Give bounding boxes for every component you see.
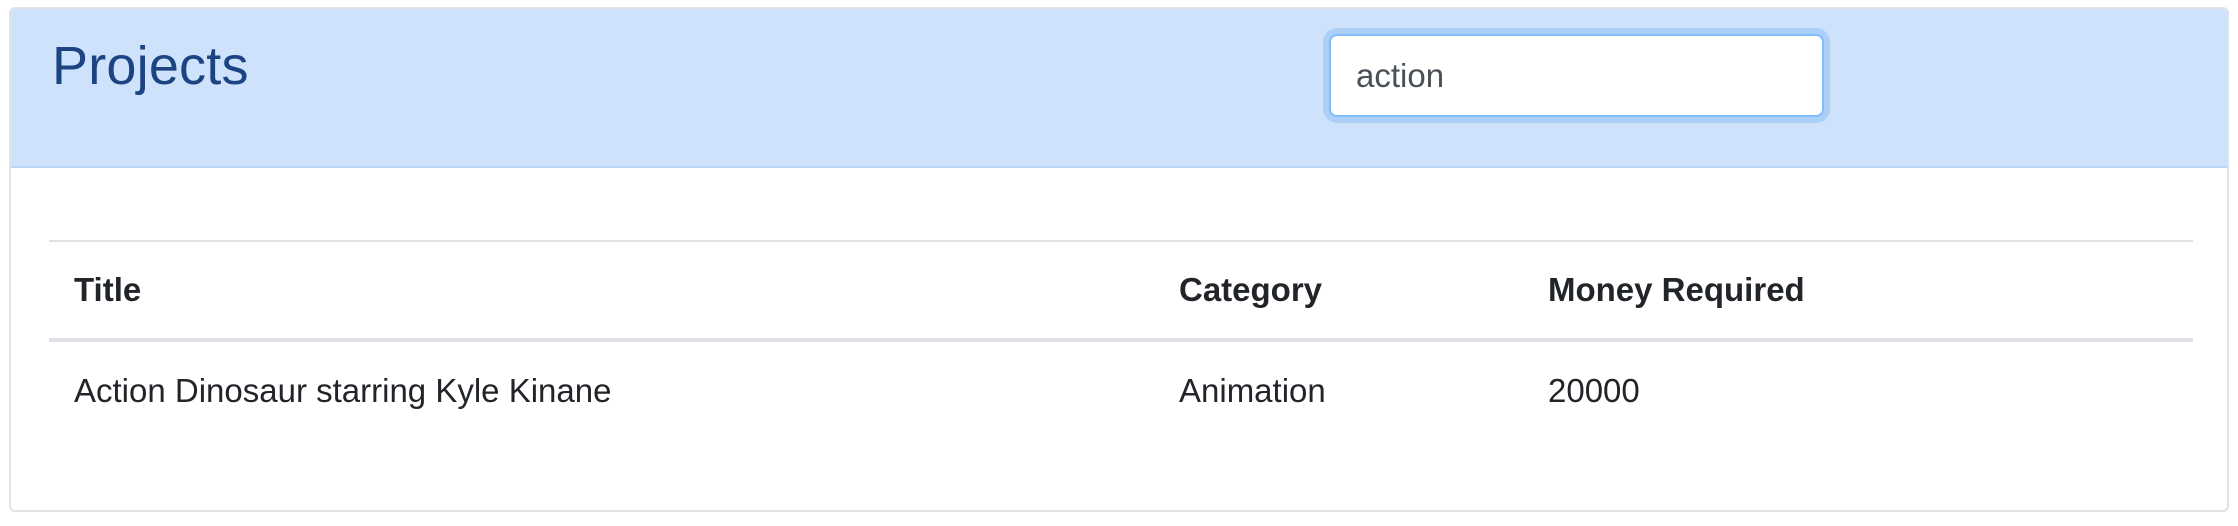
cell-money-required: 20000 <box>1548 371 1640 409</box>
projects-table: Title Category Money Required Action Din… <box>49 240 2193 439</box>
cell-category: Animation <box>1179 371 1326 409</box>
projects-table-container: Title Category Money Required Action Din… <box>49 240 2193 439</box>
page-title: Projects <box>52 36 249 96</box>
search-input[interactable] <box>1329 34 1824 117</box>
card-header: Projects <box>11 9 2227 168</box>
cell-title: Action Dinosaur starring Kyle Kinane <box>74 371 612 409</box>
projects-card: Projects Title Category Money Required A… <box>9 7 2229 512</box>
column-header-money-required[interactable]: Money Required <box>1523 240 2193 342</box>
table-header-row: Title Category Money Required <box>49 240 2193 342</box>
table-header: Title Category Money Required <box>49 240 2193 342</box>
column-header-title[interactable]: Title <box>49 240 1154 342</box>
column-header-category[interactable]: Category <box>1154 240 1523 342</box>
table-row[interactable]: Action Dinosaur starring Kyle Kinane Ani… <box>49 340 2193 439</box>
table-body: Action Dinosaur starring Kyle Kinane Ani… <box>49 340 2193 439</box>
